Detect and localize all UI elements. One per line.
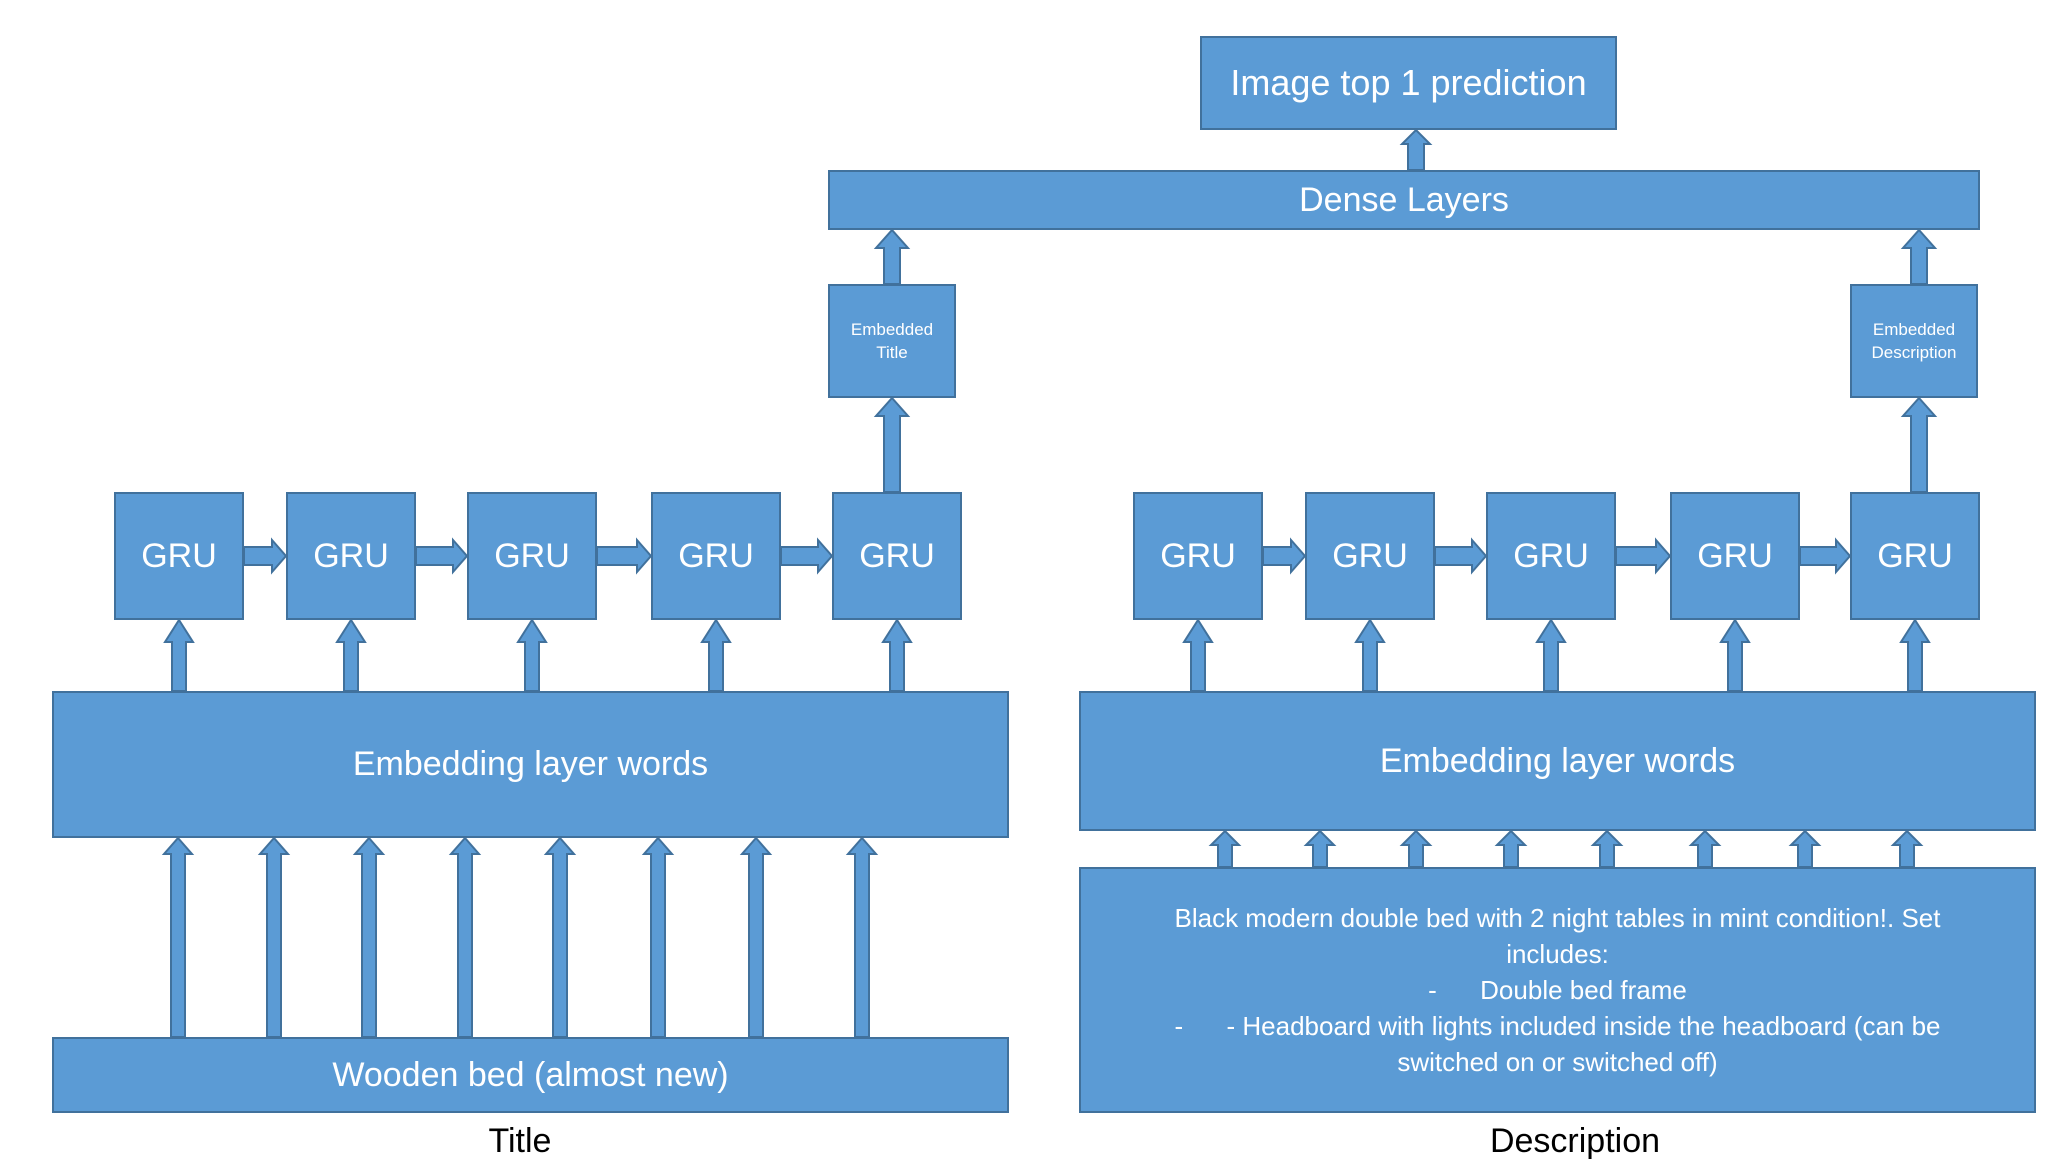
title-gru-4: GRU — [651, 492, 781, 620]
description-embedding-to-gru-arrow — [1535, 618, 1567, 692]
gru-to-embedded-description-arrow — [1900, 396, 1938, 493]
embedded-title-box: Embedded Title — [828, 284, 956, 398]
title-input-arrow — [543, 836, 577, 1038]
description-line-3: - Double bed frame — [1428, 975, 1687, 1005]
title-embedding-to-gru-arrow — [881, 618, 913, 692]
description-line-5: switched on or switched off) — [1397, 1047, 1718, 1077]
title-gru-recurrent-arrow — [243, 537, 288, 575]
title-gru-recurrent-arrow — [415, 537, 469, 575]
title-embedding-to-gru-arrow — [335, 618, 367, 692]
description-gru-recurrent-arrow — [1262, 537, 1307, 575]
title-gru-recurrent-arrow — [780, 537, 834, 575]
dense-to-prediction-arrow — [1399, 128, 1433, 171]
description-embedding-to-gru-arrow — [1719, 618, 1751, 692]
description-input-arrow — [1890, 829, 1924, 868]
gru-label: GRU — [1877, 536, 1953, 575]
description-gru-1: GRU — [1133, 492, 1263, 620]
description-input-arrow — [1788, 829, 1822, 868]
title-embedding-to-gru-arrow — [700, 618, 732, 692]
embedded-description-box: Embedded Description — [1850, 284, 1978, 398]
gru-label: GRU — [678, 536, 754, 575]
description-line-1: Black modern double bed with 2 night tab… — [1174, 903, 1941, 933]
title-gru-2: GRU — [286, 492, 416, 620]
title-input-box: Wooden bed (almost new) — [52, 1037, 1009, 1113]
description-embedding-layer-box: Embedding layer words — [1079, 691, 2036, 831]
gru-label: GRU — [313, 536, 389, 575]
title-input-arrow — [257, 836, 291, 1038]
description-input-arrow — [1208, 829, 1242, 868]
title-embedding-to-gru-arrow — [516, 618, 548, 692]
embedded-description-to-dense-arrow — [1900, 228, 1938, 285]
dense-layers-label: Dense Layers — [1299, 180, 1509, 219]
embedded-description-label-2: Description — [1871, 343, 1957, 362]
description-line-2: includes: — [1506, 939, 1609, 969]
title-embedding-label: Embedding layer words — [352, 745, 709, 783]
gru-to-embedded-title-arrow — [873, 396, 911, 493]
gru-label: GRU — [141, 536, 217, 575]
description-caption: Description — [1489, 1122, 1661, 1160]
title-input-arrow — [161, 836, 195, 1038]
description-input-box: Black modern double bed with 2 night tab… — [1079, 867, 2036, 1113]
gru-label: GRU — [1697, 536, 1773, 575]
title-gru-recurrent-arrow — [596, 537, 653, 575]
image-prediction-box: Image top 1 prediction — [1200, 36, 1617, 130]
embedded-title-to-dense-arrow — [873, 228, 911, 285]
architecture-diagram: Image top 1 prediction Dense Layers Embe… — [0, 0, 2047, 1161]
description-input-arrow — [1303, 829, 1337, 868]
description-gru-5: GRU — [1850, 492, 1980, 620]
description-gru-recurrent-arrow — [1615, 537, 1672, 575]
gru-label: GRU — [1332, 536, 1408, 575]
description-input-arrow — [1688, 829, 1722, 868]
title-embedding-to-gru-arrow — [163, 618, 195, 692]
description-line-4: - - Headboard with lights included insid… — [1174, 1011, 1941, 1041]
gru-label: GRU — [1160, 536, 1236, 575]
description-input-arrow — [1399, 829, 1433, 868]
description-gru-recurrent-arrow — [1434, 537, 1488, 575]
description-embedding-label: Embedding layer words — [1379, 741, 1736, 780]
description-gru-3: GRU — [1486, 492, 1616, 620]
title-gru-5: GRU — [832, 492, 962, 620]
description-gru-recurrent-arrow — [1799, 537, 1852, 575]
title-embedding-layer-box: Embedding layer words — [52, 691, 1009, 838]
description-embedding-to-gru-arrow — [1354, 618, 1386, 692]
description-embedding-to-gru-arrow — [1182, 618, 1214, 692]
description-embedding-to-gru-arrow — [1899, 618, 1931, 692]
gru-label: GRU — [859, 536, 935, 575]
embedded-title-label-1: Embedded — [850, 320, 934, 339]
dense-layers-box: Dense Layers — [828, 170, 1980, 230]
title-input-arrow — [845, 836, 879, 1038]
description-input-arrow — [1590, 829, 1624, 868]
image-prediction-label: Image top 1 prediction — [1230, 62, 1587, 103]
embedded-title-label-2: Title — [876, 343, 908, 362]
gru-label: GRU — [494, 536, 570, 575]
title-caption: Title — [488, 1122, 552, 1160]
title-input-arrow — [641, 836, 675, 1038]
title-input-text: Wooden bed (almost new) — [332, 1055, 729, 1094]
title-gru-3: GRU — [467, 492, 597, 620]
description-gru-4: GRU — [1670, 492, 1800, 620]
title-input-arrow — [448, 836, 482, 1038]
embedded-description-label-1: Embedded — [1872, 320, 1956, 339]
description-gru-2: GRU — [1305, 492, 1435, 620]
title-gru-1: GRU — [114, 492, 244, 620]
gru-label: GRU — [1513, 536, 1589, 575]
title-input-arrow — [739, 836, 773, 1038]
description-input-arrow — [1494, 829, 1528, 868]
title-input-arrow — [352, 836, 386, 1038]
